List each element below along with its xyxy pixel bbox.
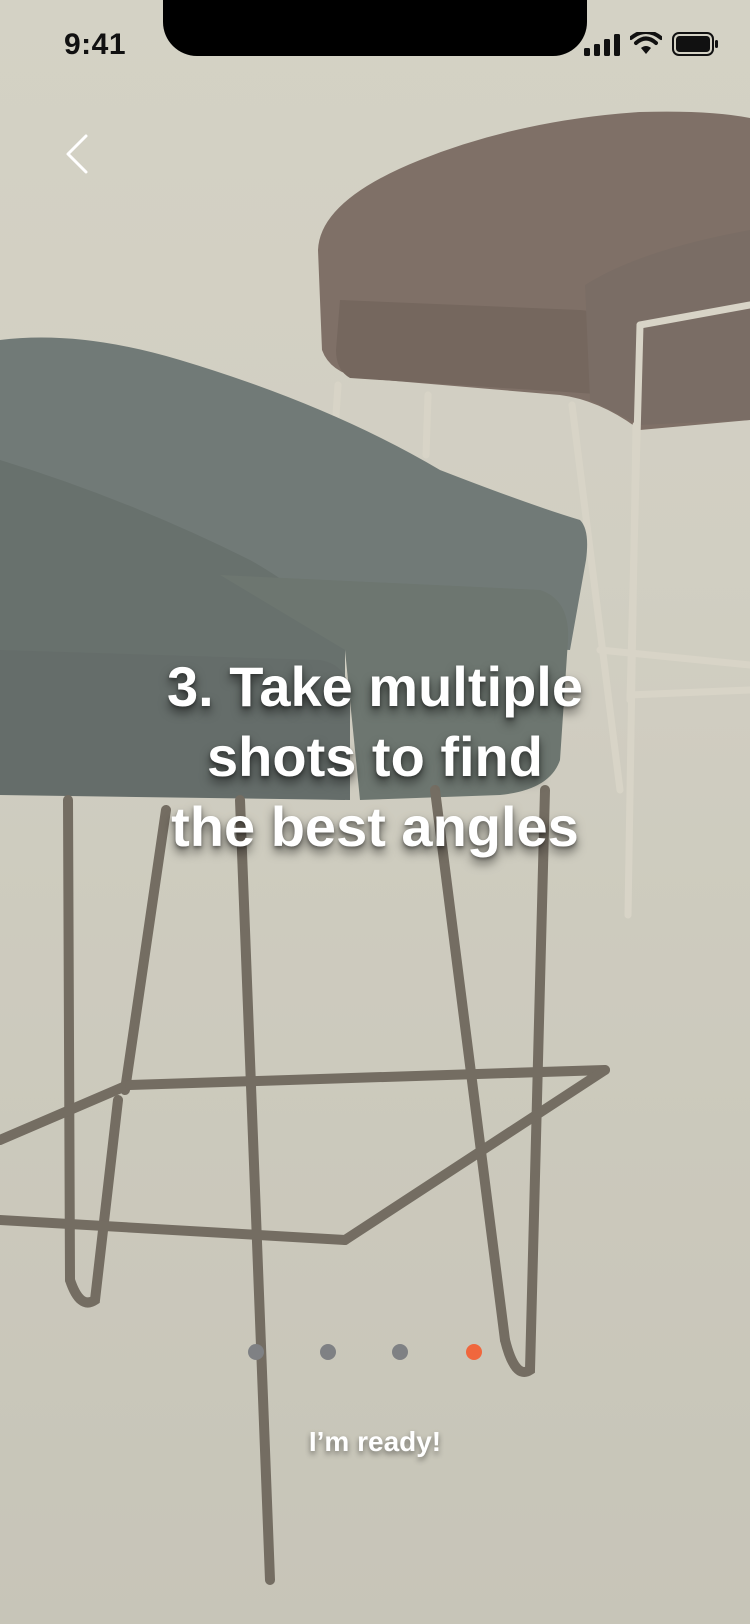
im-ready-label: I’m ready! bbox=[308, 1426, 442, 1457]
page-dot-2[interactable] bbox=[320, 1344, 336, 1360]
onboarding-screen: 9:41 3. Take multiple shots to find the … bbox=[0, 0, 750, 1624]
status-icons bbox=[584, 32, 720, 56]
wifi-icon bbox=[630, 32, 662, 54]
battery-icon bbox=[672, 32, 718, 56]
headline-line-3: the best angles bbox=[171, 795, 579, 858]
status-bar: 9:41 bbox=[0, 0, 750, 92]
page-indicator bbox=[0, 1342, 750, 1362]
page-dot-3[interactable] bbox=[392, 1344, 408, 1360]
page-dot-1[interactable] bbox=[248, 1344, 264, 1360]
onboarding-headline: 3. Take multiple shots to find the best … bbox=[95, 652, 655, 862]
page-dot-4-active[interactable] bbox=[466, 1344, 482, 1360]
im-ready-button[interactable]: I’m ready! bbox=[225, 1414, 525, 1470]
back-button[interactable] bbox=[56, 128, 100, 180]
chevron-left-icon bbox=[66, 134, 88, 174]
status-time: 9:41 bbox=[64, 28, 127, 61]
device-notch bbox=[163, 0, 587, 56]
headline-line-2: shots to find bbox=[207, 725, 543, 788]
headline-line-1: 3. Take multiple bbox=[167, 655, 583, 718]
cellular-signal-icon bbox=[584, 34, 620, 56]
